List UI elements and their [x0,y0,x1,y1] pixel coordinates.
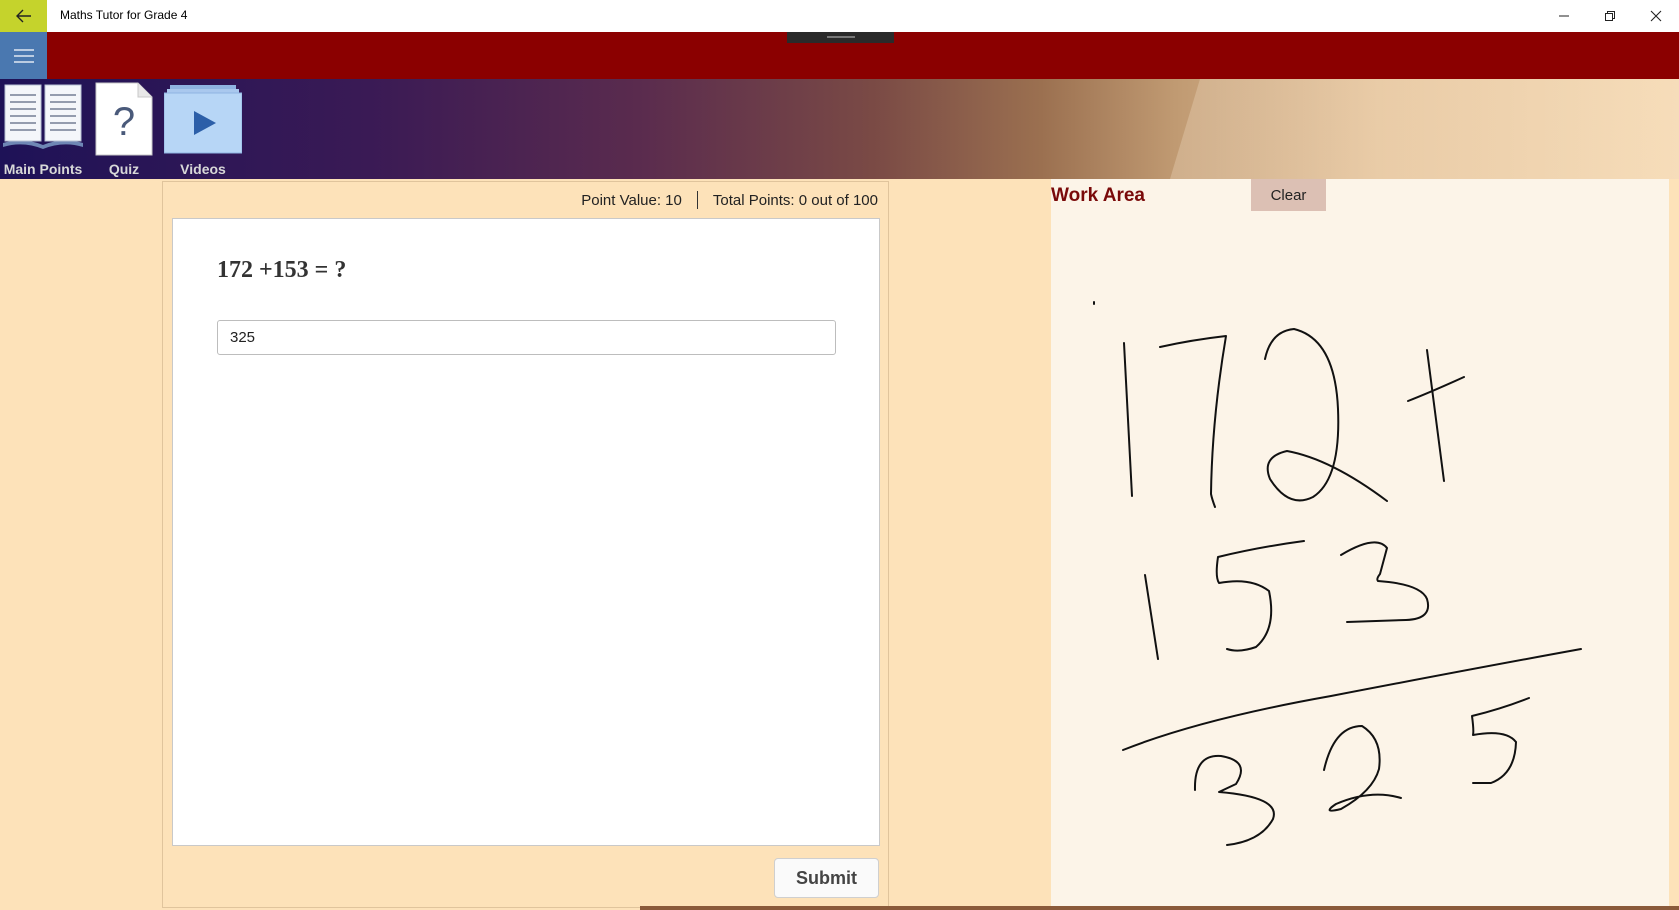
minimize-icon [1559,15,1569,17]
answer-input[interactable] [217,320,836,355]
ink-digit-5 [1215,540,1305,652]
minimize-button[interactable] [1541,0,1587,32]
ink-digit-7 [1159,335,1227,508]
svg-text:?: ? [113,100,135,144]
bottom-strip [640,906,1679,910]
back-arrow-icon [15,9,31,23]
question-card: 172 +153 = ? [172,218,880,846]
quiz-panel: Point Value: 10 Total Points: 0 out of 1… [162,181,889,908]
ink-digit-3b [1193,754,1275,846]
app-title: Maths Tutor for Grade 4 [60,8,188,22]
left-column [0,179,162,910]
drag-handle[interactable] [787,32,894,43]
handle-grip [827,36,855,38]
close-button[interactable] [1633,0,1679,32]
banner: Main Points ? Quiz Videos [0,79,1679,179]
ink-sum-line [1122,648,1582,751]
ink-digit-2 [1264,328,1388,502]
panel-gap [889,179,1050,910]
restore-icon [1605,11,1615,21]
ink-canvas[interactable] [1051,179,1669,908]
restore-button[interactable] [1587,0,1633,32]
nav-label-quiz: Quiz [108,161,140,177]
total-points: Total Points: 0 out of 100 [712,191,878,209]
ink-digit-1b [1144,574,1159,660]
title-bar: Maths Tutor for Grade 4 [0,0,1679,32]
submit-button[interactable]: Submit [774,858,879,898]
banner-decoration [1170,79,1679,179]
ink-digit-5b [1471,697,1530,784]
video-play-icon [164,85,242,154]
ink-plus-vertical [1426,349,1445,482]
close-icon [1650,10,1662,22]
hamburger-icon [13,48,34,63]
back-button[interactable] [0,0,47,32]
right-edge [1669,179,1679,910]
nav-label-main-points: Main Points [3,161,83,177]
points-divider [696,191,698,209]
work-area[interactable]: Work Area Clear [1051,179,1669,908]
hamburger-menu-button[interactable] [0,32,47,79]
nav-label-videos: Videos [180,161,226,177]
question-page-icon: ? [95,82,153,156]
question-text: 172 +153 = ? [217,257,347,283]
book-icon [3,84,83,149]
ink-digit-2b [1323,725,1402,812]
ink-digit-1 [1123,342,1133,497]
points-row: Point Value: 10 Total Points: 0 out of 1… [581,191,878,209]
ink-plus-horizontal [1407,376,1465,402]
ink-digit-3 [1340,541,1429,623]
point-value: Point Value: 10 [581,191,682,209]
